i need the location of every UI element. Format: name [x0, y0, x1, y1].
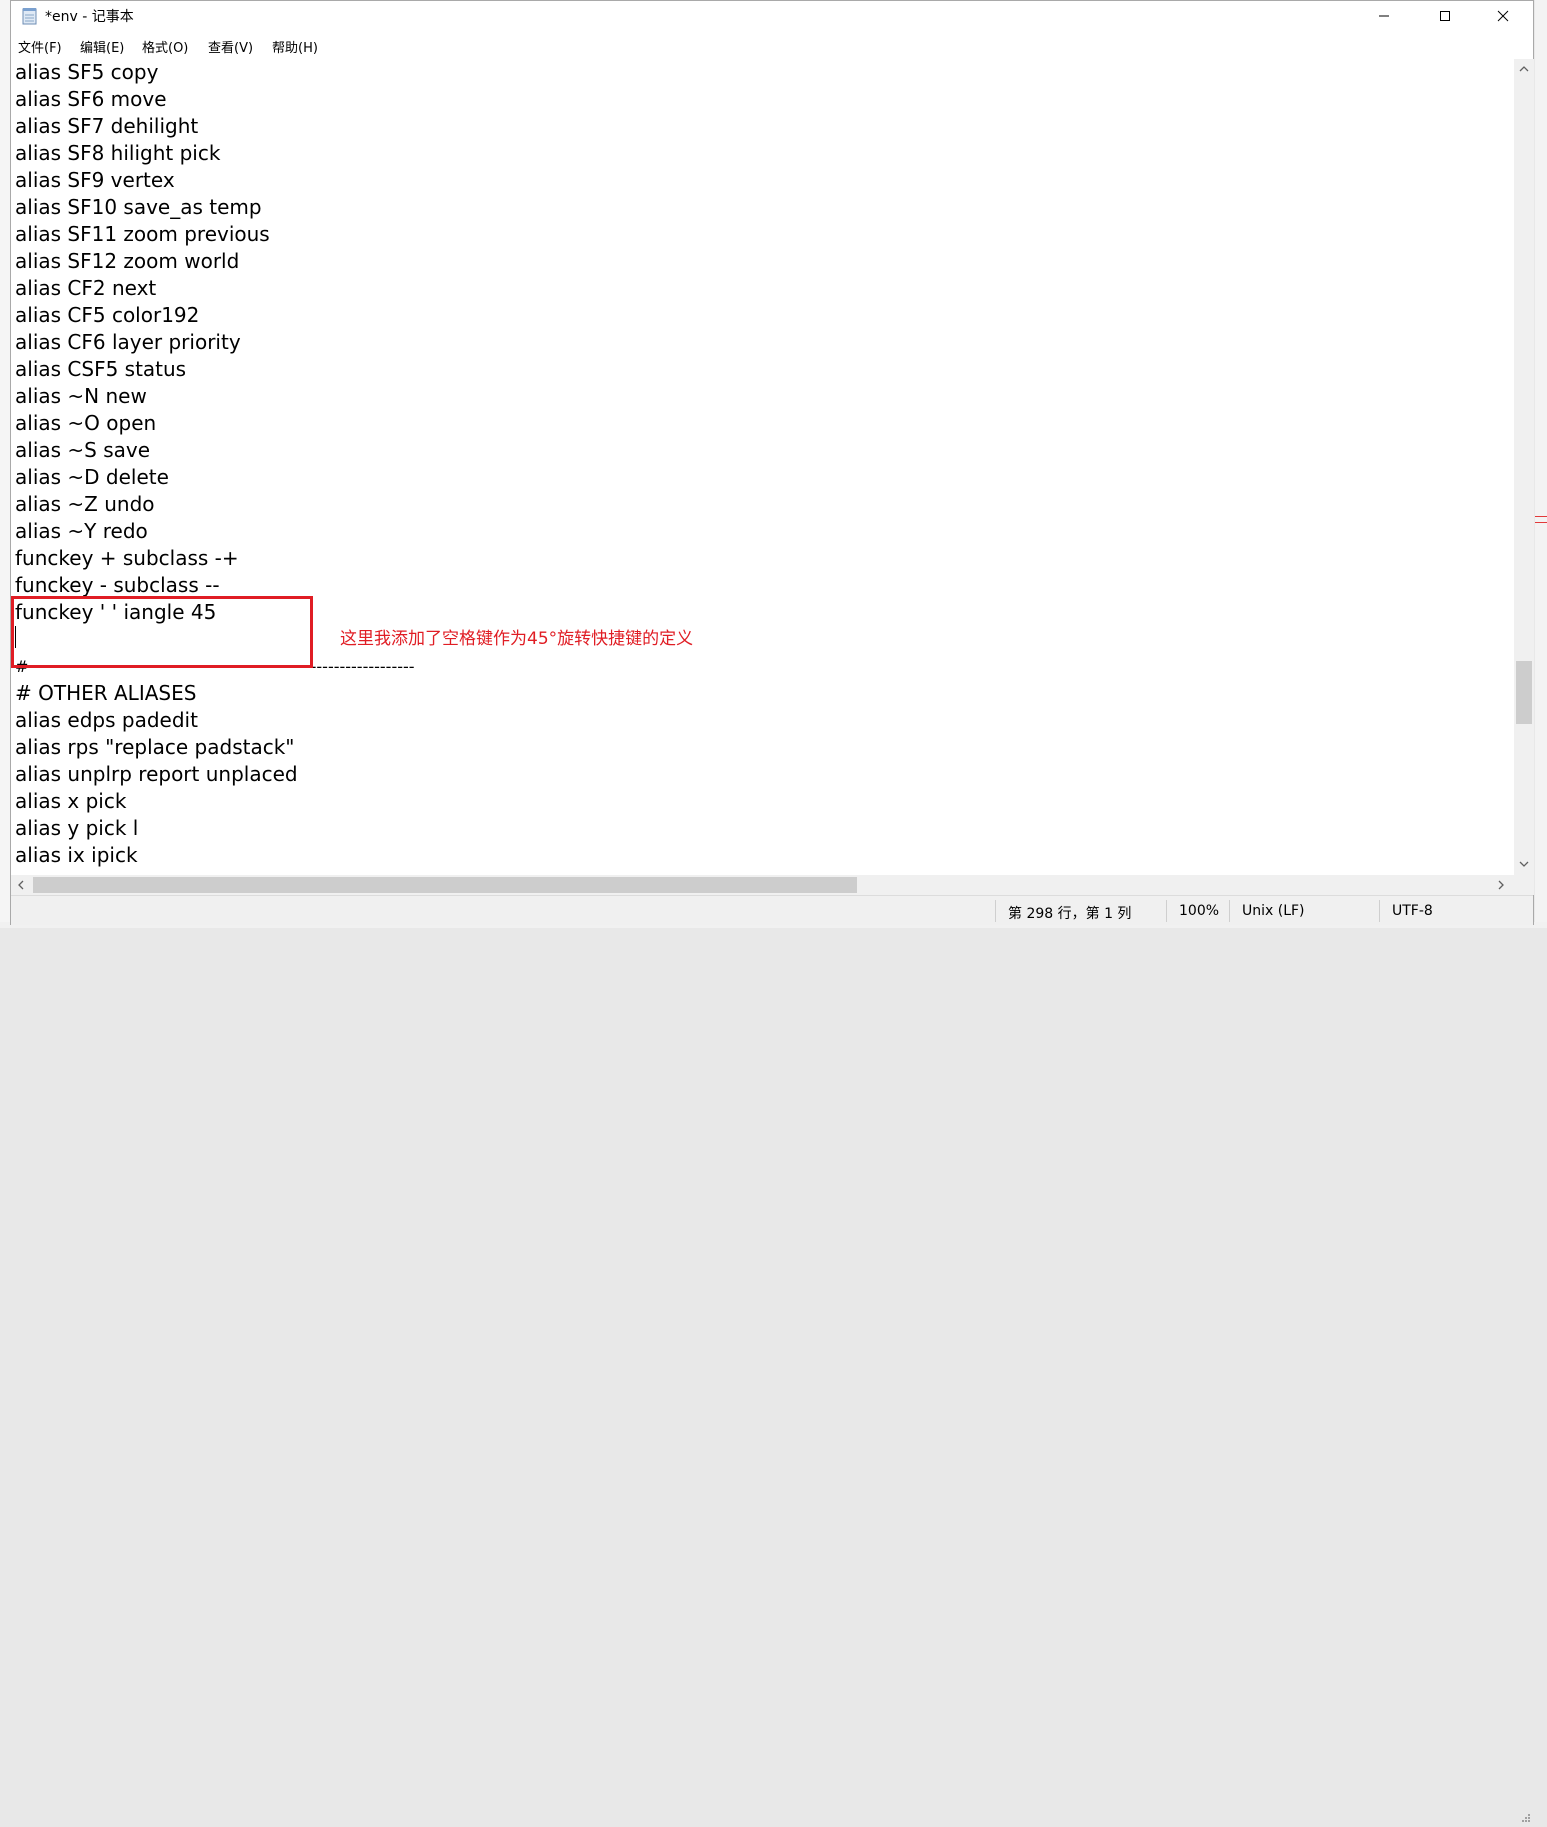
menu-edit[interactable]: 编辑(E): [80, 37, 124, 56]
status-line-ending: Unix (LF): [1242, 903, 1305, 919]
text-line: alias CF5 color192: [15, 303, 200, 327]
resize-grip-icon[interactable]: [1519, 1808, 1531, 1822]
menu-format[interactable]: 格式(O): [142, 37, 188, 56]
text-line: alias x pick: [15, 789, 127, 813]
vertical-scroll-thumb[interactable]: [1516, 661, 1532, 724]
status-encoding: UTF-8: [1392, 903, 1433, 919]
scroll-down-icon[interactable]: [1519, 859, 1529, 870]
menu-file[interactable]: 文件(F): [18, 37, 62, 56]
minimize-button[interactable]: [1355, 1, 1413, 31]
maximize-icon: [1440, 11, 1450, 21]
text-line: alias SF7 dehilight: [15, 114, 199, 138]
text-line: funckey + subclass -+: [15, 546, 239, 570]
status-divider: [1166, 900, 1167, 922]
status-divider: [1229, 900, 1230, 922]
background-red-mark: [1535, 516, 1547, 517]
scroll-right-icon[interactable]: [1498, 880, 1505, 892]
text-line: alias SF6 move: [15, 87, 167, 111]
text-editor[interactable]: alias SF5 copy alias SF6 move alias SF7 …: [11, 59, 1514, 875]
text-line: alias SF10 save_as temp: [15, 195, 262, 219]
maximize-button[interactable]: [1416, 1, 1474, 31]
text-line: alias SF5 copy: [15, 60, 159, 84]
horizontal-scroll-thumb[interactable]: [33, 877, 857, 893]
text-line: alias y pick l: [15, 816, 139, 840]
text-line: alias CF6 layer priority: [15, 330, 241, 354]
status-zoom: 100%: [1179, 903, 1220, 919]
menu-bar: 文件(F) 编辑(E) 格式(O) 查看(V) 帮助(H): [11, 32, 1533, 59]
background-window-right: [1535, 0, 1547, 928]
text-line: alias edps padedit: [15, 708, 198, 732]
title-bar[interactable]: *env - 记事本: [11, 1, 1533, 32]
text-line: alias ~Y redo: [15, 519, 148, 543]
minimize-icon: [1379, 15, 1389, 17]
text-line: alias ~O open: [15, 411, 157, 435]
window-title: *env - 记事本: [45, 9, 134, 25]
close-icon: [1497, 10, 1509, 22]
text-line: alias SF9 vertex: [15, 168, 175, 192]
text-line: alias SF8 hilight pick: [15, 141, 221, 165]
status-cursor-position: 第 298 行，第 1 列: [1008, 906, 1132, 922]
text-line: alias CSF5 status: [15, 357, 187, 381]
scrollbar-corner: [1514, 875, 1534, 895]
status-divider: [995, 900, 996, 922]
text-line: alias ~D delete: [15, 465, 169, 489]
text-line: alias ~N new: [15, 384, 147, 408]
text-line: # OTHER ALIASES: [15, 681, 197, 705]
scroll-up-icon[interactable]: [1519, 63, 1529, 74]
menu-view[interactable]: 查看(V): [208, 37, 253, 56]
vertical-scrollbar[interactable]: [1514, 59, 1534, 875]
horizontal-scrollbar[interactable]: [11, 875, 1514, 895]
notepad-icon: [22, 7, 38, 25]
status-bar: 第 298 行，第 1 列 100% Unix (LF) UTF-8: [11, 895, 1533, 1822]
status-divider: [1379, 900, 1380, 922]
annotation-text: 这里我添加了空格键作为45°旋转快捷键的定义: [340, 629, 694, 649]
text-line: alias ix ipick: [15, 843, 138, 867]
text-line: alias CF2 next: [15, 276, 157, 300]
background-red-mark: [1535, 522, 1547, 523]
text-line: alias ~S save: [15, 438, 151, 462]
text-line: alias unplrp report unplaced: [15, 762, 298, 786]
text-line: alias SF12 zoom world: [15, 249, 240, 273]
annotation-highlight-box: [11, 596, 313, 668]
text-line: alias ~Z undo: [15, 492, 155, 516]
scroll-left-icon[interactable]: [17, 880, 24, 892]
menu-help[interactable]: 帮助(H): [272, 37, 318, 56]
text-line: alias SF11 zoom previous: [15, 222, 270, 246]
close-button[interactable]: [1474, 1, 1532, 31]
text-line: alias rps "replace padstack": [15, 735, 295, 759]
notepad-window: *env - 记事本 文件(F) 编辑(E) 格式(O) 查看(V) 帮助(H)…: [10, 0, 1534, 1822]
text-line: funckey - subclass --: [15, 573, 220, 597]
